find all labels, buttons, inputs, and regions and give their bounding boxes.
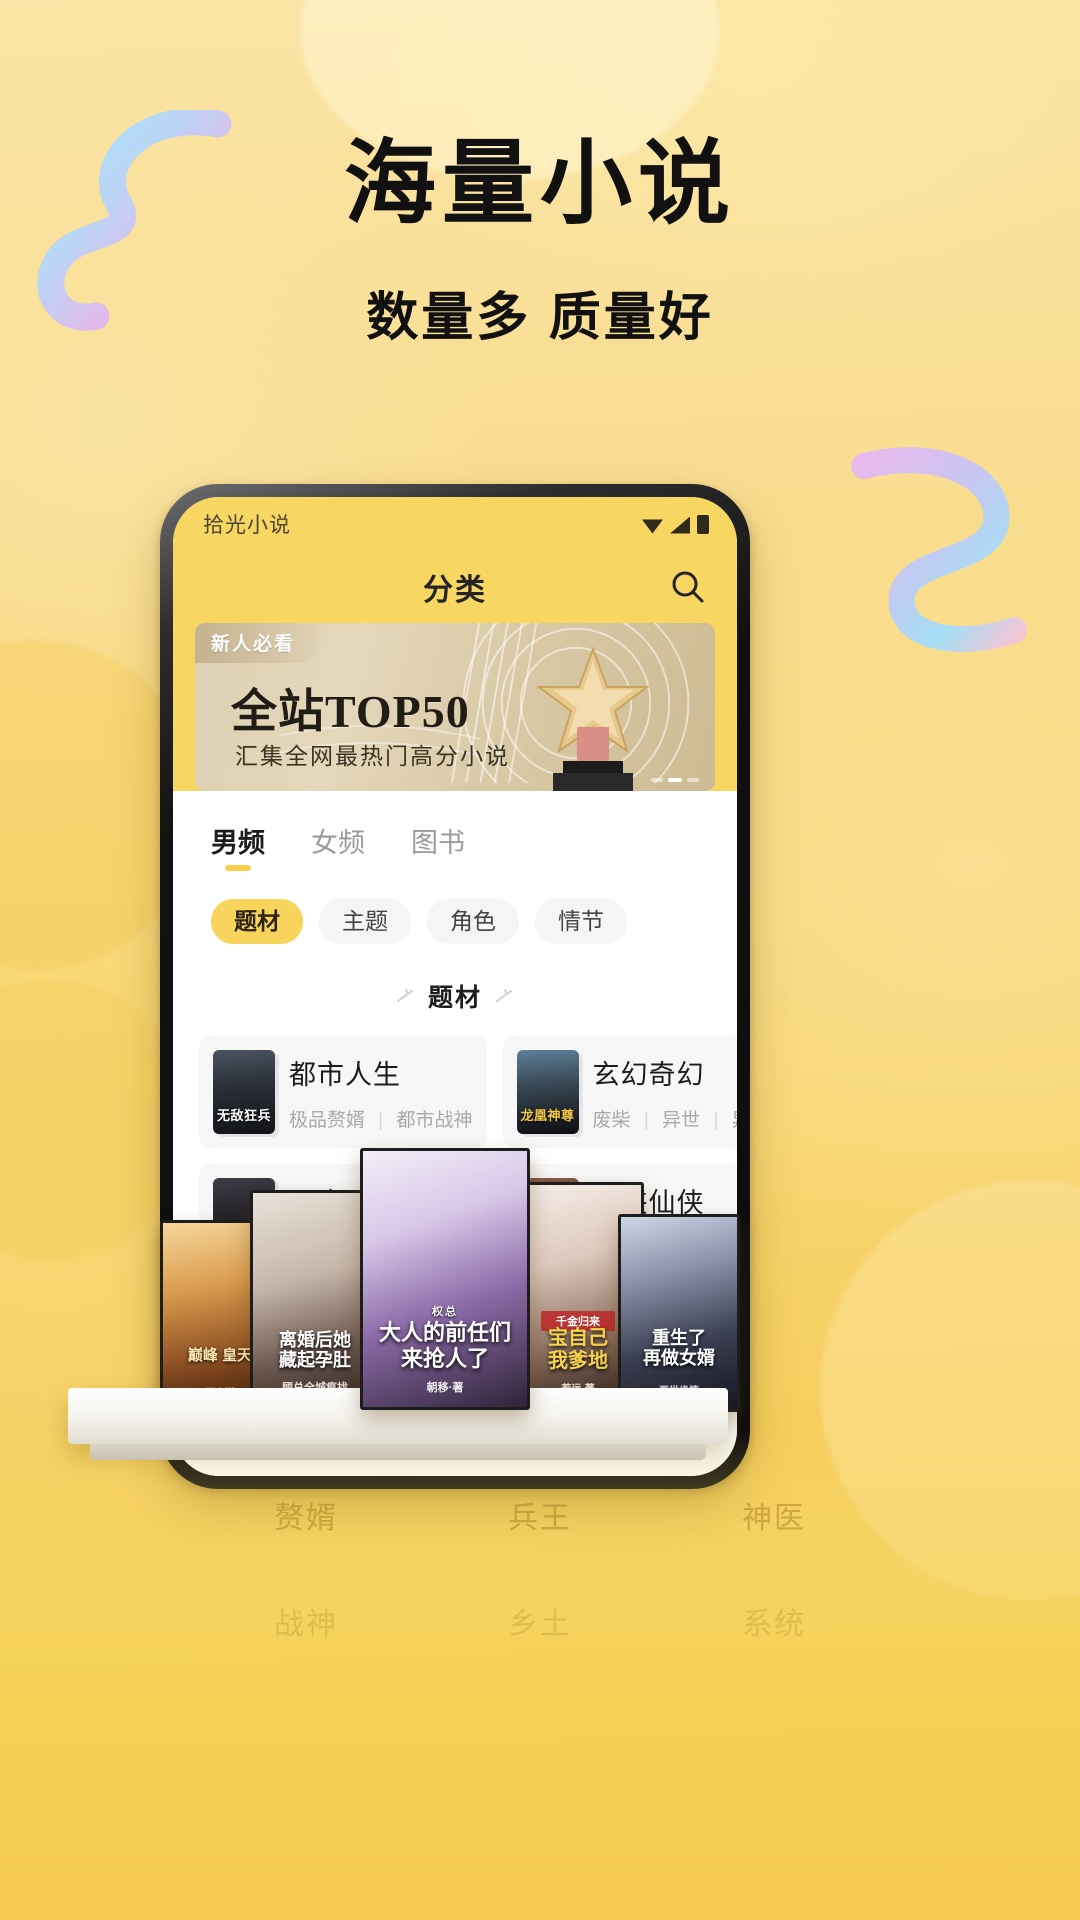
category-tag: 异世 bbox=[662, 1109, 701, 1131]
sparkle-left-icon bbox=[396, 989, 413, 1002]
category-tag: 都市战神 bbox=[396, 1109, 473, 1131]
book-cover-label: 龙凰神尊 bbox=[520, 1108, 575, 1123]
banner-top50[interactable]: 新人必看 全站TOP50 汇集全网最热门高分小说 bbox=[195, 623, 715, 791]
banner-dot[interactable] bbox=[651, 778, 663, 782]
banner-carousel[interactable]: 新人必看 全站TOP50 汇集全网最热门高分小说 bbox=[173, 623, 737, 791]
keyword[interactable]: 赘婿 bbox=[274, 1493, 338, 1537]
category-tag: 极品赘婿 bbox=[289, 1109, 366, 1131]
chip-theme[interactable]: 主题 bbox=[319, 899, 411, 944]
floating-book-subtitle: 朝移·著 bbox=[426, 1382, 464, 1394]
app-bar: 分类 bbox=[173, 551, 737, 623]
section-header: 题材 bbox=[173, 978, 737, 1014]
category-tag: 废柴 bbox=[592, 1109, 631, 1131]
book-cover-thumb: 龙凰神尊 bbox=[516, 1050, 579, 1134]
floating-book-cover-3[interactable]: 权总 大人的前任们 来抢人了 朝移·著 bbox=[360, 1148, 530, 1410]
banner-title: 全站TOP50 bbox=[231, 686, 470, 737]
keyword[interactable]: 系统 bbox=[742, 1599, 806, 1643]
keyword-row: 赘婿 兵王 神医 bbox=[0, 1479, 1080, 1551]
banner-badge: 新人必看 bbox=[195, 623, 318, 663]
signal-icon bbox=[670, 516, 690, 534]
category-title: 玄幻奇幻 bbox=[592, 1059, 705, 1090]
chip-role[interactable]: 角色 bbox=[427, 899, 519, 944]
floating-book-title: 大人的前任们 来抢人了 bbox=[378, 1320, 511, 1371]
sparkle-right-icon bbox=[496, 989, 512, 1002]
wifi-icon bbox=[642, 519, 663, 534]
book-cover-label: 无敌狂兵 bbox=[216, 1108, 271, 1123]
tab-books[interactable]: 图书 bbox=[411, 821, 465, 871]
keyword[interactable]: 兵王 bbox=[508, 1493, 572, 1537]
promo-subheadline: 数量多 质量好 bbox=[366, 288, 714, 347]
promo-headline: 海量小说 bbox=[343, 133, 736, 235]
section-title: 题材 bbox=[427, 984, 482, 1012]
keyword[interactable]: 战神 bbox=[274, 1599, 338, 1643]
status-bar: 拾光小说 bbox=[173, 497, 737, 551]
decor-ribbon-right bbox=[846, 444, 1066, 674]
tag-separator: | bbox=[713, 1109, 719, 1131]
floating-book-title: 重生了 再做女婿 bbox=[643, 1327, 715, 1369]
floating-book-title: 离婚后她 藏起孕肚 bbox=[279, 1329, 351, 1371]
category-tags: 废柴 | 异世 | 异世 bbox=[593, 1105, 737, 1132]
promo-headline-block: 海量小说 数量多 质量好 bbox=[0, 136, 1080, 350]
battery-icon bbox=[697, 514, 709, 534]
filter-chip-row: 题材 主题 角色 情节 bbox=[173, 871, 737, 944]
tag-separator: | bbox=[643, 1109, 649, 1131]
keyword-rows: 赘婿 兵王 神医 战神 乡土 系统 bbox=[0, 1455, 1080, 1657]
channel-tabs: 男频 女频 图书 bbox=[173, 791, 737, 871]
category-tag: 异世 bbox=[732, 1110, 737, 1131]
keyword[interactable]: 神医 bbox=[742, 1493, 806, 1537]
trophy-icon bbox=[536, 646, 650, 791]
chip-plot[interactable]: 情节 bbox=[535, 899, 627, 944]
tab-female-channel[interactable]: 女频 bbox=[311, 821, 365, 871]
chip-genre[interactable]: 题材 bbox=[211, 899, 303, 944]
book-cover-thumb: 无敌狂兵 bbox=[213, 1050, 275, 1134]
tag-separator: | bbox=[378, 1109, 384, 1131]
banner-dot[interactable] bbox=[687, 778, 699, 782]
floating-book-cover-5[interactable]: 重生了 再做女婿 再世缘情 bbox=[618, 1214, 740, 1412]
category-meta: 都市人生 极品赘婿 | 都市战神 bbox=[289, 1053, 473, 1132]
keyword[interactable]: 乡土 bbox=[508, 1599, 572, 1643]
banner-page-dots bbox=[651, 778, 699, 782]
status-bar-icons bbox=[642, 514, 709, 534]
category-tags: 极品赘婿 | 都市战神 bbox=[289, 1105, 473, 1132]
banner-dot-active[interactable] bbox=[668, 778, 682, 782]
status-bar-app-name: 拾光小说 bbox=[203, 514, 291, 537]
category-title: 都市人生 bbox=[289, 1059, 401, 1090]
category-meta: 玄幻奇幻 废柴 | 异世 | 异世 bbox=[593, 1053, 737, 1132]
tab-male-channel[interactable]: 男频 bbox=[211, 821, 265, 871]
floating-book-tag: 权总 bbox=[432, 1306, 458, 1318]
search-icon[interactable] bbox=[669, 568, 707, 606]
keyword-row: 战神 乡土 系统 bbox=[0, 1585, 1080, 1657]
page-title: 分类 bbox=[423, 574, 487, 607]
banner-subtitle: 汇集全网最热门高分小说 bbox=[235, 743, 510, 769]
